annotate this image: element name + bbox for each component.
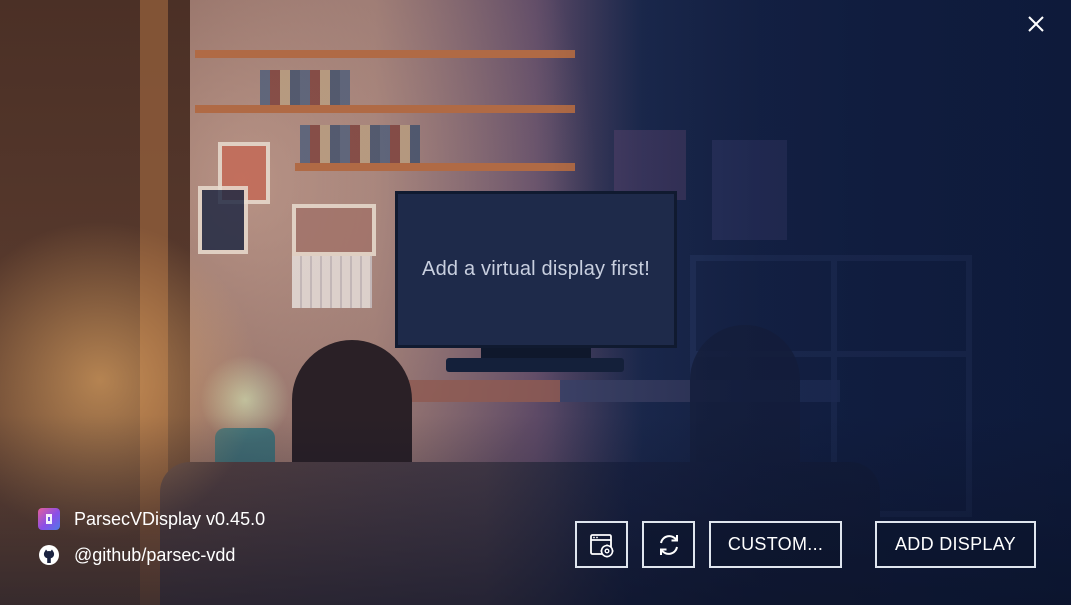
display-settings-icon (589, 533, 613, 557)
display-settings-button[interactable] (575, 521, 628, 568)
empty-state-message: Add a virtual display first! (422, 258, 650, 280)
github-icon (38, 544, 60, 566)
virtual-display-preview: Add a virtual display first! (395, 191, 677, 348)
app-version-label: ParsecVDisplay v0.45.0 (74, 508, 266, 529)
refresh-icon (659, 534, 678, 555)
parsec-logo-icon (38, 508, 60, 530)
monitor-base (446, 358, 624, 372)
custom-button-label: CUSTOM... (727, 534, 824, 554)
add-display-button[interactable]: ADD DISPLAY (875, 521, 1036, 568)
app-version-row: ParsecVDisplay v0.45.0 (38, 508, 265, 530)
app-window: Add a virtual display first! ParsecVDisp… (0, 0, 1071, 605)
github-link[interactable]: @github/parsec-vdd (38, 544, 235, 566)
refresh-button[interactable] (642, 521, 695, 568)
github-handle-link[interactable]: @github/parsec-vdd (74, 545, 235, 566)
close-button[interactable] (1020, 8, 1052, 40)
add-display-button-label: ADD DISPLAY (894, 534, 1016, 554)
custom-button[interactable]: CUSTOM... (709, 521, 842, 568)
close-icon (1028, 16, 1044, 32)
